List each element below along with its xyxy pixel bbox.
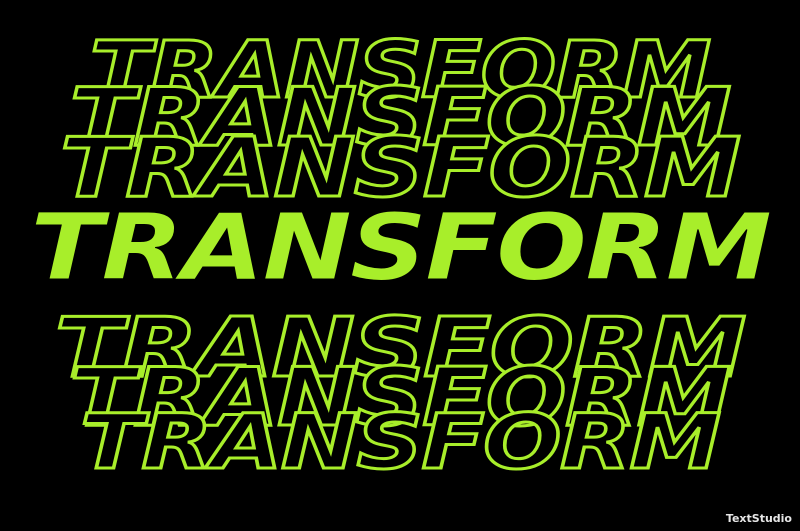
outline-echo-bottom-3: TRANSFORM — [78, 397, 723, 486]
headline-text: TRANSFORM — [29, 194, 772, 301]
text-effect-canvas: TRANSFORM TRANSFORM TRANSFORM TRANSFORM … — [0, 0, 800, 531]
watermark-label: TextStudio — [725, 512, 792, 525]
